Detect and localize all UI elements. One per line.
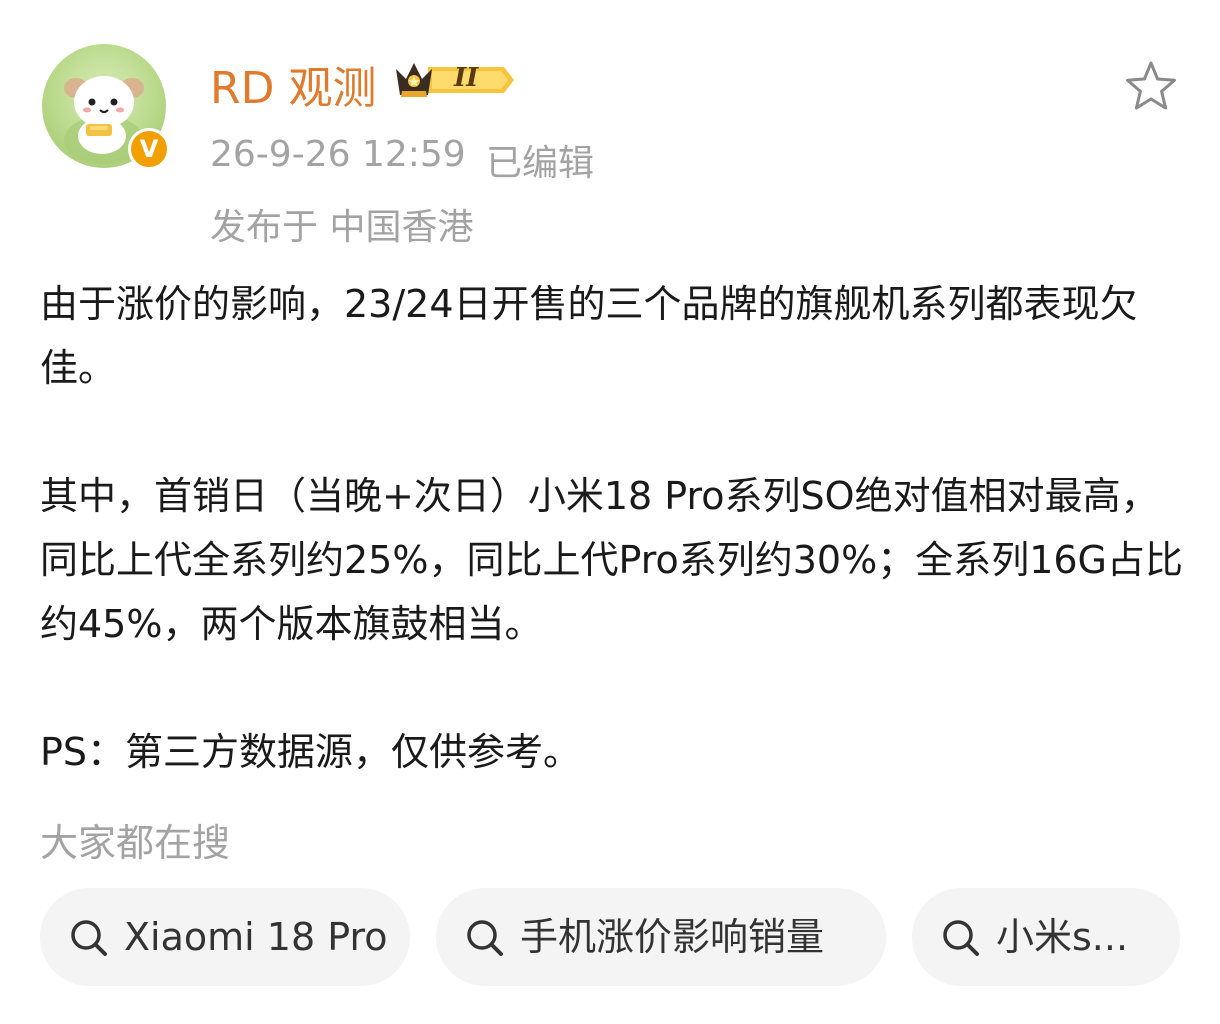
post-content: 由于涨价的影响，23/24日开售的三个品牌的旗舰机系列都表现欠佳。 其中，首销日… xyxy=(40,272,1190,784)
search-icon xyxy=(467,920,503,956)
star-outline-icon xyxy=(1126,61,1176,110)
hot-search-chip[interactable]: Xiaomi 18 Pro xyxy=(40,888,410,986)
hot-searches-title: 大家都在搜 xyxy=(40,821,231,865)
crown-badge-icon[interactable]: II xyxy=(392,55,522,105)
verified-v-icon: V xyxy=(128,128,170,170)
hot-search-chip[interactable]: 小米s... xyxy=(912,888,1180,986)
level-badge-label: II xyxy=(454,63,479,93)
edited-label[interactable]: 已编辑 xyxy=(486,134,594,186)
search-icon xyxy=(71,920,107,956)
hot-search-label: Xiaomi 18 Pro xyxy=(124,915,388,959)
hot-search-label: 手机涨价影响销量 xyxy=(520,915,825,959)
search-icon xyxy=(943,920,979,956)
hot-search-chip[interactable]: 手机涨价影响销量 xyxy=(436,888,886,986)
post-paragraph: 其中，首销日（当晚+次日）小米18 Pro系列SO绝对值相对最高，同比上代全系列… xyxy=(40,474,1184,646)
weibo-post-page: V RD 观测 II 26-9-26 12:59 已编辑 发布于 中国香港 由于… xyxy=(0,0,1220,1024)
author-name[interactable]: RD 观测 xyxy=(210,52,376,116)
post-location: 发布于 中国香港 xyxy=(210,207,474,248)
post-paragraph: 由于涨价的影响，23/24日开售的三个品牌的旗舰机系列都表现欠佳。 xyxy=(40,282,1138,390)
post-timestamp: 26-9-26 12:59 xyxy=(210,134,466,175)
hot-search-label: 小米s... xyxy=(996,915,1129,959)
favorite-button[interactable] xyxy=(1122,58,1180,116)
post-paragraph: PS：第三方数据源，仅供参考。 xyxy=(40,730,582,774)
author-avatar-container[interactable]: V xyxy=(42,44,170,172)
hot-search-chips: Xiaomi 18 Pro 手机涨价影响销量 小米s... xyxy=(40,888,1190,986)
